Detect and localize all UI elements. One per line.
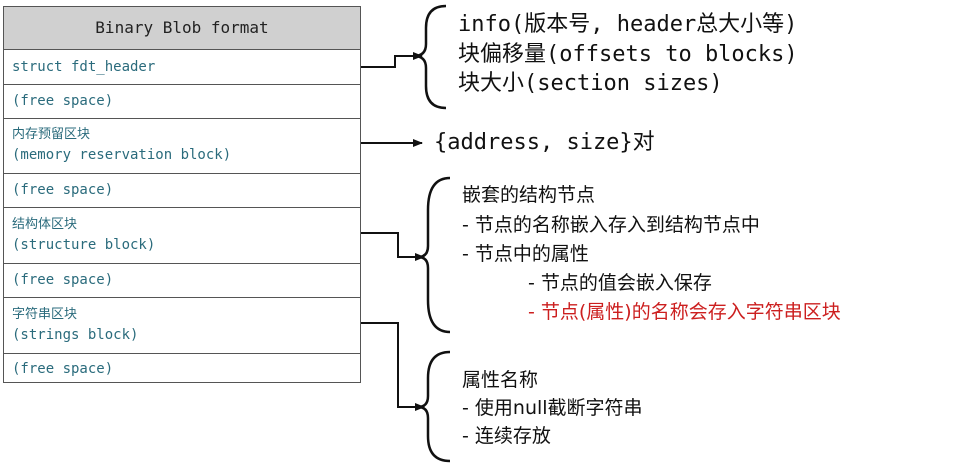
row-structure-block-zh: 结构体区块 (12, 217, 78, 232)
strings-info-line-2: - 使用null截断字符串 (462, 397, 643, 419)
row-free-space-3: (free space) (4, 263, 360, 297)
header-info-line-2: 块偏移量(offsets to blocks) (458, 42, 798, 67)
row-structure-block: 结构体区块 (structure block) (4, 207, 360, 263)
row-free-space-3-label: (free space) (12, 272, 114, 288)
reservation-pair-text: {address, size}对 (434, 130, 655, 155)
row-strings-block: 字符串区块 (strings block) (4, 297, 360, 353)
header-info-line-3: 块大小(section sizes) (458, 71, 723, 96)
binary-blob-table: Binary Blob format struct fdt_header (fr… (3, 6, 361, 383)
row-structure-block-en: (structure block) (12, 237, 156, 253)
row-free-space-4: (free space) (4, 353, 360, 383)
structure-info-line-1: 嵌套的结构节点 (462, 184, 596, 206)
row-fdt-header-label: struct fdt_header (12, 59, 156, 75)
row-memory-reservation: 内存预留区块 (memory reservation block) (4, 118, 360, 173)
strings-info-line-1: 属性名称 (462, 369, 539, 391)
structure-info-line-3: - 节点中的属性 (462, 243, 589, 265)
arrow-strings (361, 322, 425, 411)
header-info-line-1: info(版本号, header总大小等) (458, 12, 798, 37)
row-free-space-2-label: (free space) (12, 182, 114, 198)
arrow-header (361, 52, 423, 68)
row-free-space-4-label: (free space) (12, 361, 114, 377)
row-memory-reservation-zh: 内存预留区块 (12, 127, 91, 142)
brace-strings (417, 350, 451, 463)
strings-info-line-3: - 连续存放 (462, 425, 551, 447)
structure-info-line-5: - 节点(属性)的名称会存入字符串区块 (528, 301, 841, 323)
row-strings-block-en: (strings block) (12, 327, 139, 343)
row-strings-block-zh: 字符串区块 (12, 307, 78, 322)
row-fdt-header: struct fdt_header (4, 49, 360, 84)
structure-info-line-4: - 节点的值会嵌入保存 (528, 272, 712, 294)
arrow-structure (361, 232, 425, 261)
table-title: Binary Blob format (4, 7, 360, 49)
diagram-canvas: Binary Blob format struct fdt_header (fr… (0, 0, 962, 464)
row-free-space-2: (free space) (4, 173, 360, 207)
structure-info-line-2: - 节点的名称嵌入存入到结构节点中 (462, 214, 760, 236)
row-free-space-1-label: (free space) (12, 93, 114, 109)
row-free-space-1: (free space) (4, 84, 360, 118)
row-memory-reservation-en: (memory reservation block) (12, 147, 232, 163)
brace-header (413, 4, 447, 110)
brace-structure (417, 176, 451, 334)
